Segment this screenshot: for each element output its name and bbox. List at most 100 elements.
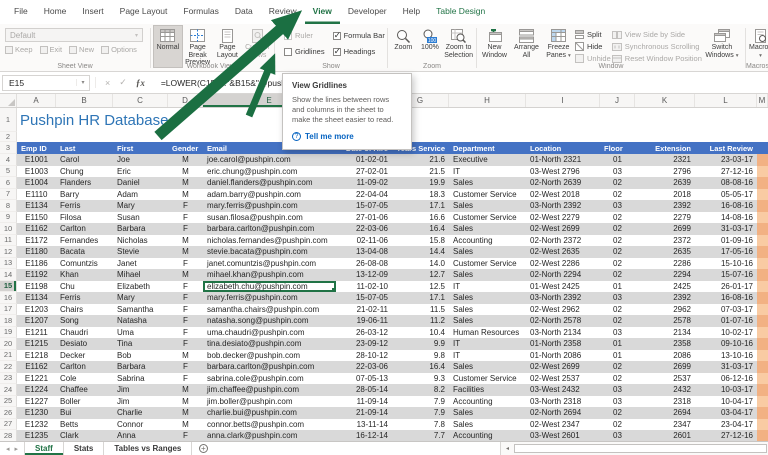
formula-bar-checkbox[interactable]: Formula Bar (332, 30, 385, 41)
row-number[interactable]: 2 (0, 132, 17, 142)
table-cell-next[interactable] (757, 257, 768, 269)
column-header-b[interactable]: B (56, 94, 113, 107)
table-cell[interactable]: 14.0 (392, 258, 449, 270)
table-cell[interactable]: 11-09-02 (336, 177, 392, 189)
table-cell[interactable]: Charlie (113, 407, 168, 419)
table-cell[interactable]: Mary (113, 292, 168, 304)
gridlines-checkbox[interactable]: Gridlines (284, 47, 325, 56)
table-cell[interactable]: 03 (600, 430, 635, 441)
table-cell[interactable]: Customer Service (449, 258, 526, 270)
row-number[interactable]: 13 (0, 257, 17, 269)
table-cell[interactable]: 27-02-01 (336, 166, 392, 178)
table-cell[interactable]: Bui (56, 407, 113, 419)
column-header-l[interactable]: L (695, 94, 757, 107)
table-cell[interactable]: 16-08-16 (695, 200, 757, 212)
table-cell[interactable]: Fernandes (56, 235, 113, 247)
table-cell[interactable]: E1198 (17, 281, 56, 293)
table-cell[interactable]: sabrina.cole@pushpin.com (203, 373, 336, 385)
table-header-cell[interactable]: Emp ID (17, 142, 56, 154)
page-break-preview-button[interactable]: Page Break Preview (183, 25, 213, 68)
column-header-m[interactable]: M (757, 94, 768, 107)
table-cell[interactable]: Janet (113, 258, 168, 270)
table-cell[interactable]: Sales (449, 419, 526, 431)
table-cell[interactable]: Stevie (113, 246, 168, 258)
table-cell[interactable]: Joe (113, 154, 168, 166)
table-cell[interactable]: 18.3 (392, 189, 449, 201)
table-cell[interactable]: 02-11-06 (336, 235, 392, 247)
table-cell[interactable]: 31-03-17 (695, 223, 757, 235)
table-cell-next[interactable] (757, 280, 768, 292)
table-cell[interactable]: M (168, 154, 203, 166)
ribbon-tab-developer[interactable]: Developer (340, 0, 395, 24)
table-cell-next[interactable] (757, 211, 768, 223)
table-cell[interactable]: F (168, 315, 203, 327)
table-cell[interactable]: Samantha (113, 304, 168, 316)
table-cell[interactable]: 02 (600, 269, 635, 281)
table-header-cell[interactable]: Department (449, 142, 526, 154)
column-header-h[interactable]: H (449, 94, 526, 107)
table-cell[interactable]: 03 (600, 327, 635, 339)
table-cell[interactable]: Flanders (56, 177, 113, 189)
headings-checkbox[interactable]: Headings (332, 46, 385, 57)
table-cell[interactable]: 7.9 (392, 407, 449, 419)
table-cell[interactable]: 03 (600, 200, 635, 212)
split-button[interactable]: Split (575, 30, 611, 39)
table-cell[interactable]: 16.4 (392, 361, 449, 373)
table-cell[interactable]: 13-10-16 (695, 350, 757, 362)
table-cell[interactable]: 2432 (635, 384, 695, 396)
column-header-d[interactable]: D (168, 94, 203, 107)
ribbon-tab-page-layout[interactable]: Page Layout (112, 0, 176, 24)
table-header-cell[interactable]: Extension (635, 142, 695, 154)
table-cell[interactable]: Chung (56, 166, 113, 178)
table-cell[interactable]: Bacata (56, 246, 113, 258)
table-cell-next[interactable] (757, 246, 768, 258)
table-cell-next[interactable] (757, 154, 768, 166)
table-cell[interactable]: Sales (449, 200, 526, 212)
row-number[interactable]: 5 (0, 165, 17, 177)
table-cell[interactable]: Accounting (449, 235, 526, 247)
table-cell[interactable]: Uma (113, 327, 168, 339)
table-cell[interactable]: 2018 (635, 189, 695, 201)
table-cell[interactable]: 02-North 2372 (526, 235, 600, 247)
sheet-nav-left-icon[interactable]: ◂ (6, 445, 10, 453)
table-cell[interactable]: 7.8 (392, 419, 449, 431)
table-cell[interactable]: 11-09-14 (336, 396, 392, 408)
table-cell[interactable]: 01 (600, 154, 635, 166)
insert-function-icon[interactable]: ƒx (136, 78, 145, 88)
table-cell-next[interactable] (757, 338, 768, 350)
table-cell[interactable]: mary.ferris@pushpin.com (203, 200, 336, 212)
table-cell[interactable]: Executive (449, 154, 526, 166)
table-cell[interactable]: 10.4 (392, 327, 449, 339)
table-cell[interactable]: 2796 (635, 166, 695, 178)
table-cell-next[interactable] (757, 361, 768, 373)
table-cell[interactable]: 14-08-16 (695, 212, 757, 224)
table-cell[interactable]: 15-07-05 (336, 292, 392, 304)
table-cell[interactable]: 02-North 2578 (526, 315, 600, 327)
table-cell[interactable]: 11-02-10 (336, 281, 392, 293)
table-cell[interactable]: Facilities (449, 384, 526, 396)
table-cell[interactable]: 2635 (635, 246, 695, 258)
table-cell[interactable]: 23-03-17 (695, 154, 757, 166)
table-cell[interactable]: E1172 (17, 235, 56, 247)
table-cell[interactable]: mihael.khan@pushpin.com (203, 269, 336, 281)
row-number[interactable]: 23 (0, 372, 17, 384)
table-cell[interactable]: Susan (113, 212, 168, 224)
table-cell[interactable]: F (168, 430, 203, 441)
table-cell[interactable]: 02 (600, 235, 635, 247)
table-cell[interactable]: E1235 (17, 430, 56, 441)
table-cell[interactable]: jim.chaffee@pushpin.com (203, 384, 336, 396)
ruler-checkbox[interactable]: Ruler (284, 30, 325, 41)
blank-cell[interactable] (17, 132, 25, 142)
table-cell[interactable]: Adam (113, 189, 168, 201)
sheet-tab-staff[interactable]: Staff (24, 442, 64, 455)
table-cell-next[interactable] (757, 407, 768, 419)
zoom-button[interactable]: Zoom (390, 25, 417, 60)
table-cell[interactable]: 2134 (635, 327, 695, 339)
table-cell[interactable]: Sales (449, 315, 526, 327)
table-cell[interactable]: Customer Service (449, 373, 526, 385)
table-cell[interactable]: E1001 (17, 154, 56, 166)
table-cell[interactable]: 03 (600, 292, 635, 304)
table-cell[interactable]: 03-West 2432 (526, 384, 600, 396)
table-cell[interactable]: F (168, 223, 203, 235)
table-cell[interactable]: IT (449, 350, 526, 362)
